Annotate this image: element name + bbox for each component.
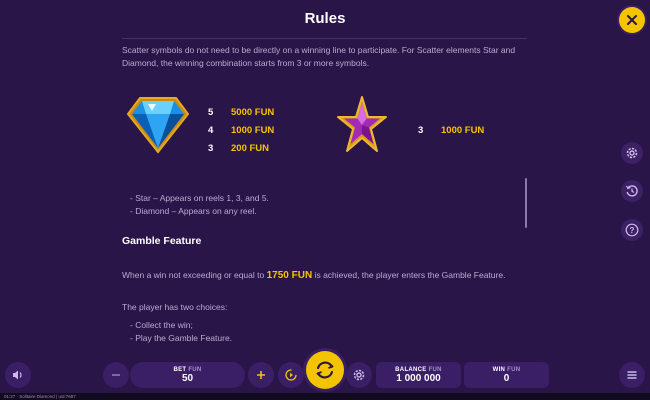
close-icon	[627, 15, 637, 25]
gamble-feature-heading: Gamble Feature	[122, 235, 202, 247]
help-button[interactable]: ?	[621, 219, 643, 241]
pay-row: 5 5000 FUN	[208, 107, 275, 118]
list-item: - Collect the win;	[130, 320, 193, 330]
autoplay-button[interactable]	[278, 362, 304, 388]
close-button[interactable]	[619, 7, 645, 33]
win-value: 0	[503, 372, 510, 384]
scrollbar-thumb[interactable]	[525, 178, 527, 228]
diamond-icon	[126, 96, 190, 154]
sound-icon	[13, 370, 22, 380]
game-settings-button[interactable]	[346, 362, 372, 388]
autoplay-icon	[285, 369, 297, 381]
spin-icon	[316, 361, 334, 379]
gear-icon	[353, 369, 365, 381]
scatter-reel-list: - Star – Appears on reels 1, 3, and 5. -…	[130, 192, 269, 218]
history-button[interactable]	[621, 180, 643, 202]
svg-text:?: ?	[630, 226, 635, 235]
plus-icon	[257, 371, 265, 379]
settings-icon	[626, 147, 638, 159]
sound-button[interactable]	[5, 362, 31, 388]
balance-value: 1 000 000	[396, 372, 441, 384]
bet-value: 50	[181, 372, 194, 384]
choices-intro: The player has two choices:	[122, 302, 228, 312]
diamond-paytable: 5 5000 FUN 4 1000 FUN 3 200 FUN	[208, 104, 274, 158]
minus-icon	[112, 374, 120, 376]
pay-row: 4 1000 FUN	[208, 125, 275, 136]
page-title: Rules	[304, 10, 346, 27]
win-display: WIN FUN 0	[464, 362, 549, 388]
history-icon	[625, 185, 638, 197]
list-item: - Star – Appears on reels 1, 3, and 5.	[130, 193, 269, 203]
list-item: - Play the Gamble Feature.	[130, 333, 233, 343]
bet-display: BET FUN 50	[130, 362, 245, 388]
list-item: - Diamond – Appears on any reel.	[130, 206, 257, 216]
pay-row: 3 1000 FUN	[418, 125, 485, 136]
help-icon: ?	[625, 223, 639, 237]
menu-icon	[627, 371, 637, 379]
decrease-bet-button[interactable]	[103, 362, 129, 388]
star-icon	[337, 95, 387, 157]
scatter-intro-text: Scatter symbols do not need to be direct…	[122, 45, 516, 68]
menu-button[interactable]	[619, 362, 645, 388]
settings-button[interactable]	[621, 142, 643, 164]
choices-list: - Collect the win; - Play the Gamble Fea…	[130, 319, 232, 345]
pay-row: 3 200 FUN	[208, 143, 270, 154]
star-paytable: 3 1000 FUN	[418, 122, 484, 140]
title-divider	[122, 38, 527, 39]
gamble-amount: 1750 FUN	[266, 270, 313, 281]
spin-button[interactable]	[306, 351, 344, 389]
increase-bet-button[interactable]	[248, 362, 274, 388]
balance-display: BALANCE FUN 1 000 000	[376, 362, 461, 388]
status-footer: 01:27 · Solitaire Diamond | uid:7687	[0, 393, 650, 400]
gamble-paragraph: When a win not exceeding or equal to 175…	[122, 270, 506, 281]
